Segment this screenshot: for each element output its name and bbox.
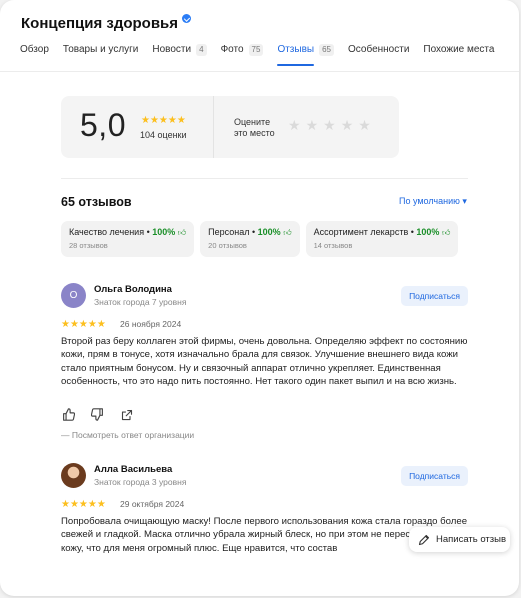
thumb-up-icon: 👍︎ [177, 228, 187, 237]
review-date: 29 октября 2024 [120, 499, 185, 509]
review-text: Второй раз беру коллаген этой фирмы, оче… [61, 336, 468, 388]
section-divider [61, 178, 468, 179]
org-reply-link[interactable]: — Посмотреть ответ организации [61, 430, 194, 440]
tab-count-badge: 4 [196, 44, 207, 56]
write-review-button[interactable]: Написать отзыв [409, 527, 510, 552]
review-author[interactable]: Ольга Володина [94, 284, 172, 295]
review-author[interactable]: Алла Васильева [94, 464, 172, 475]
tab-overview[interactable]: Обзор [20, 44, 49, 66]
like-icon[interactable] [61, 407, 76, 422]
review-date: 26 ноября 2024 [120, 319, 182, 329]
rate-star-1-icon[interactable]: ★ [288, 118, 301, 132]
rate-star-4-icon[interactable]: ★ [341, 118, 354, 132]
rate-star-2-icon[interactable]: ★ [306, 118, 319, 132]
aspect-chips: Качество лечения • 100% 👍︎ 28 отзывов Пе… [61, 221, 459, 257]
tab-count-badge: 65 [319, 44, 334, 56]
share-icon[interactable] [119, 407, 134, 422]
organization-card: Концепция здоровья Обзор Товары и услуги… [0, 0, 519, 596]
rate-star-3-icon[interactable]: ★ [323, 118, 336, 132]
rating-stars: ★★★★★ [141, 115, 186, 126]
tab-bar: Обзор Товары и услуги Новости 4 Фото 75 … [20, 44, 519, 66]
avatar[interactable]: О [61, 283, 86, 308]
avatar[interactable] [61, 463, 86, 488]
thumb-up-icon: 👍︎ [283, 228, 292, 237]
aspect-chip-quality[interactable]: Качество лечения • 100% 👍︎ 28 отзывов [61, 221, 195, 257]
rate-star-5-icon[interactable]: ★ [358, 118, 371, 132]
subscribe-button[interactable]: Подписаться [401, 466, 468, 486]
subscribe-button[interactable]: Подписаться [401, 286, 468, 306]
tab-news[interactable]: Новости 4 [152, 44, 207, 66]
rate-star-input: ★ ★ ★ ★ ★ [288, 118, 371, 132]
review-item: О Ольга Володина Знаток города 7 уровня … [61, 283, 468, 443]
tab-count-badge: 75 [248, 44, 264, 56]
tabs-divider [0, 71, 519, 72]
review-stars: ★★★★★ [61, 319, 106, 330]
rating-count: 104 оценки [140, 130, 187, 140]
rating-summary: 5,0 ★★★★★ 104 оценки Оцените это место ★… [61, 96, 399, 158]
author-level: Знаток города 3 уровня [94, 477, 187, 487]
tab-similar-places[interactable]: Похожие места [423, 44, 494, 66]
tab-reviews[interactable]: Отзывы 65 [277, 44, 334, 66]
review-text: Попробовала очищающую маску! После перво… [61, 516, 468, 554]
dislike-icon[interactable] [90, 407, 105, 422]
author-level: Знаток города 7 уровня [94, 297, 187, 307]
rating-divider [213, 96, 214, 158]
rate-prompt: Оцените это место [234, 117, 275, 138]
rating-value: 5,0 [80, 107, 126, 143]
aspect-chip-staff[interactable]: Персонал • 100% 👍︎ 20 отзывов [200, 221, 300, 257]
review-item: Алла Васильева Знаток города 3 уровня По… [61, 463, 468, 593]
pencil-icon [418, 534, 430, 545]
tab-goods-services[interactable]: Товары и услуги [63, 44, 139, 66]
thumb-up-icon: 👍︎ [441, 228, 451, 237]
page-title: Концепция здоровья [21, 14, 192, 32]
tab-features[interactable]: Особенности [348, 44, 409, 66]
aspect-chip-assortment[interactable]: Ассортимент лекарств • 100% 👍︎ 14 отзыво… [305, 221, 459, 257]
sort-dropdown[interactable]: По умолчанию ▾ [399, 196, 467, 207]
review-actions [61, 407, 134, 422]
reviews-count: 65 отзывов [61, 195, 132, 209]
verified-icon [182, 14, 192, 23]
tab-photos[interactable]: Фото 75 [221, 44, 264, 66]
review-stars: ★★★★★ [61, 499, 106, 510]
